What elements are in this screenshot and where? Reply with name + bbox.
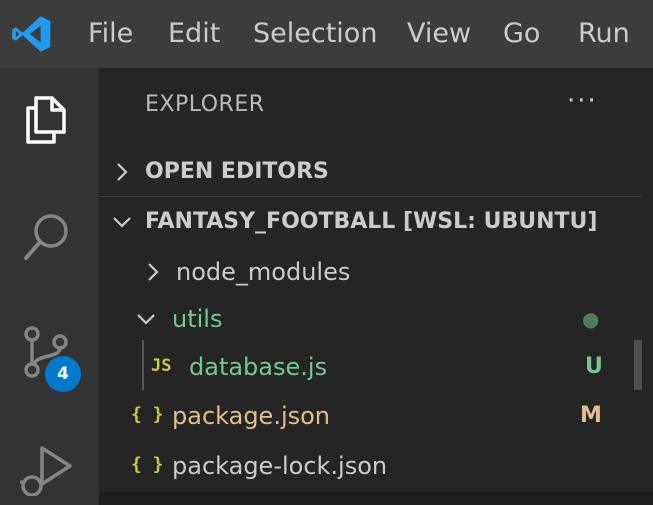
untracked-status: U xyxy=(585,354,603,379)
js-file-icon: JS xyxy=(151,356,172,376)
tree-item-utils[interactable]: utils ● xyxy=(99,295,642,343)
tree-item-label: package-lock.json xyxy=(172,452,388,480)
open-editors-label: OPEN EDITORS xyxy=(145,159,329,184)
tree-item-database-js[interactable]: JS database.js U xyxy=(99,343,642,391)
modified-dot-icon: ● xyxy=(582,307,600,331)
menu-go[interactable]: Go xyxy=(503,0,540,68)
menu-edit[interactable]: Edit xyxy=(168,0,220,68)
search-icon[interactable] xyxy=(18,208,74,264)
json-file-icon: { } xyxy=(131,454,164,475)
panel-divider xyxy=(99,492,653,505)
tree-item-label: package.json xyxy=(172,402,331,430)
chevron-right-icon xyxy=(148,263,159,281)
chevron-down-icon xyxy=(113,217,131,228)
tree-item-label: database.js xyxy=(189,353,328,381)
section-divider xyxy=(99,196,642,197)
tree-item-package-json[interactable]: { } package.json M xyxy=(99,392,642,440)
files-icon[interactable] xyxy=(18,90,74,146)
chevron-down-icon xyxy=(137,314,155,325)
scrollbar-thumb[interactable] xyxy=(634,340,642,390)
tree-item-package-lock-json[interactable]: { } package-lock.json xyxy=(99,442,642,490)
workspace-section[interactable]: FANTASY_FOOTBALL [WSL: UBUNTU] xyxy=(99,202,642,242)
explorer-sidebar: EXPLORER ··· OPEN EDITORS FANTASY_FOOTBA… xyxy=(99,68,653,505)
open-editors-section[interactable]: OPEN EDITORS xyxy=(99,152,642,192)
tree-item-node-modules[interactable]: node_modules xyxy=(99,248,642,296)
title-bar: File Edit Selection View Go Run xyxy=(0,0,653,68)
explorer-title: EXPLORER xyxy=(145,92,265,117)
menu-view[interactable]: View xyxy=(407,0,471,68)
json-file-icon: { } xyxy=(131,404,164,425)
activity-bar: 4 xyxy=(0,68,99,505)
menu-run[interactable]: Run xyxy=(578,0,630,68)
source-control-badge: 4 xyxy=(45,356,81,392)
workspace-label: FANTASY_FOOTBALL [WSL: UBUNTU] xyxy=(145,209,598,234)
modified-status: M xyxy=(580,403,602,428)
chevron-right-icon xyxy=(117,163,128,181)
tree-item-label: utils xyxy=(172,305,223,333)
tree-item-label: node_modules xyxy=(176,258,351,286)
vscode-logo-icon xyxy=(12,16,51,52)
menu-file[interactable]: File xyxy=(88,0,133,68)
more-actions-icon[interactable]: ··· xyxy=(567,86,598,116)
run-debug-icon[interactable] xyxy=(18,440,74,496)
menu-selection[interactable]: Selection xyxy=(253,0,377,68)
